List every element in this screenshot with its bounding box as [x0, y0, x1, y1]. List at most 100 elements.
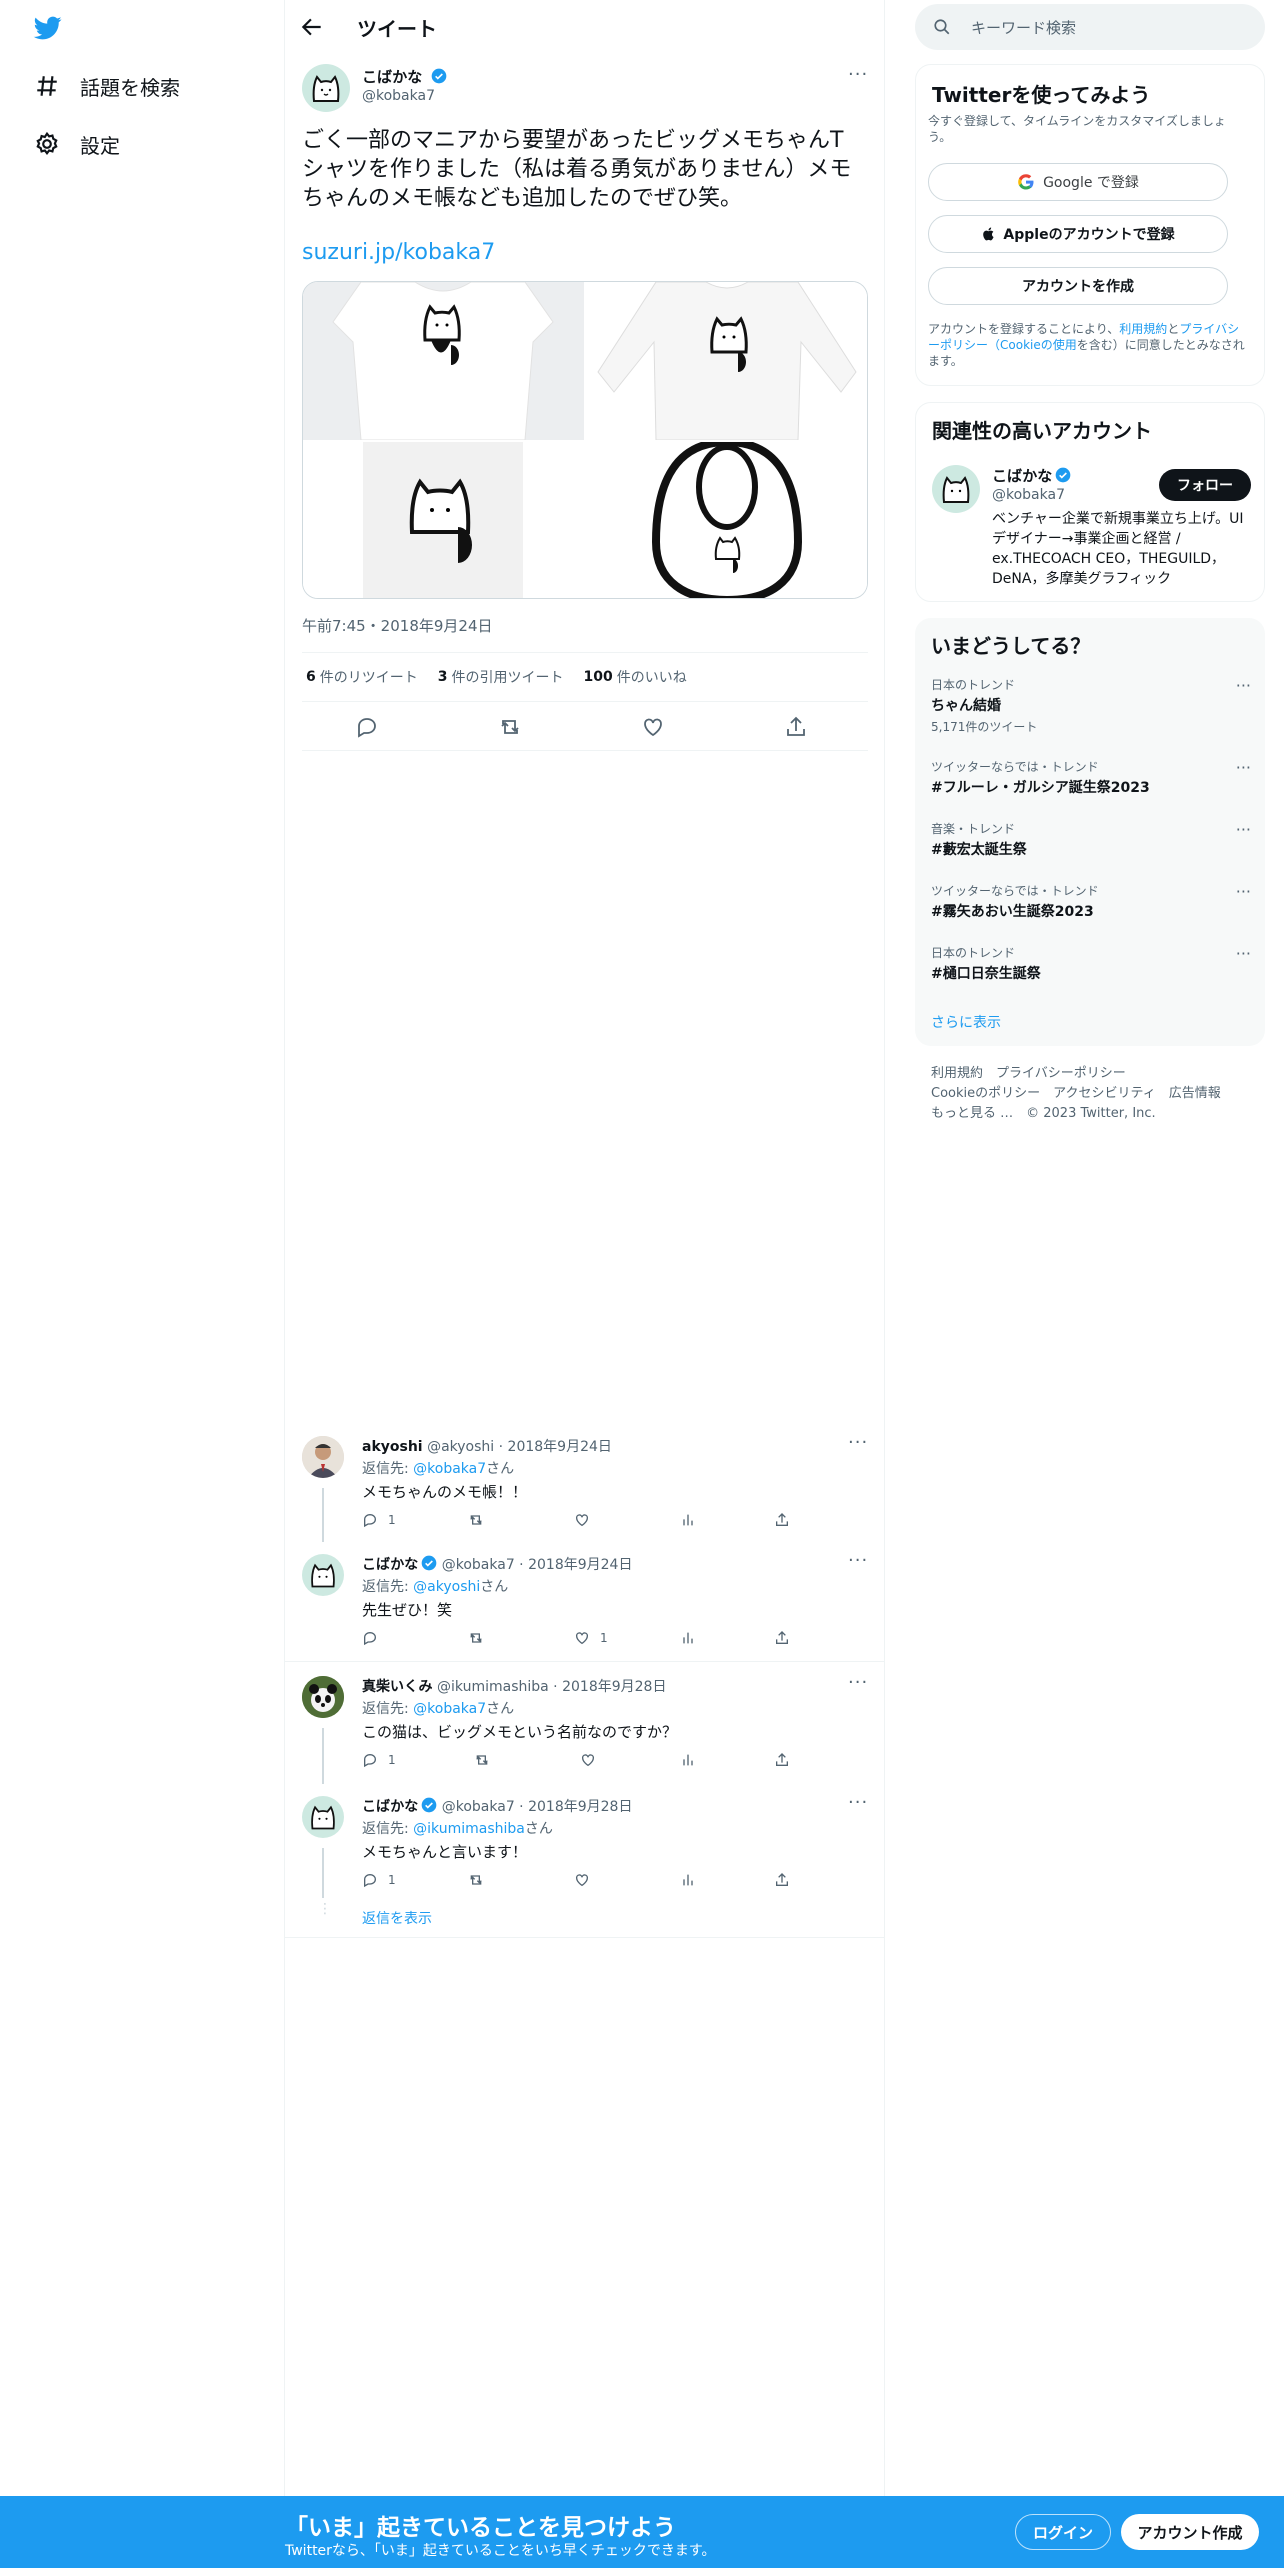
reply-more-icon[interactable]: ··· [848, 1550, 868, 1571]
author-name-row[interactable]: こばかな [362, 66, 447, 87]
reply-reply-action[interactable]: 1 [362, 1512, 396, 1528]
reply-tweet[interactable]: 真柴いくみ @ikumimashiba · 2018年9月28日 ··· 返信先… [285, 1664, 885, 1784]
author-handle[interactable]: @kobaka7 [362, 88, 435, 104]
reply-more-icon[interactable]: ··· [848, 1672, 868, 1693]
footer-line-3[interactable]: もっと見る … © 2023 Twitter, Inc. [931, 1104, 1221, 1124]
footer-line-2[interactable]: Cookieのポリシー アクセシビリティ 広告情報 [931, 1084, 1221, 1104]
trend-item[interactable]: 日本のトレンド #樋口日奈生誕祭 ··· [931, 944, 1251, 983]
footer-line-1[interactable]: 利用規約 プライバシーポリシー [931, 1064, 1221, 1084]
twitter-logo-icon[interactable] [32, 14, 64, 42]
reply-author-handle[interactable]: @kobaka7 [442, 1557, 515, 1573]
reply-to-mention[interactable]: @kobaka7 [413, 1701, 486, 1717]
reply-reply-action[interactable] [362, 1630, 388, 1646]
trend-more-icon[interactable]: ··· [1236, 820, 1251, 839]
reply-like-action[interactable] [574, 1872, 600, 1888]
tweet-more-icon[interactable]: ··· [848, 64, 868, 85]
retweet-icon[interactable] [498, 715, 522, 739]
reply-views-action[interactable] [680, 1512, 706, 1528]
reply-author-name[interactable]: こばかな [362, 1799, 418, 1815]
show-more-trends[interactable]: さらに表示 [931, 1012, 1001, 1032]
trend-more-icon[interactable]: ··· [1236, 676, 1251, 695]
media-sweatshirt[interactable] [586, 282, 867, 440]
trend-more-icon[interactable]: ··· [1236, 944, 1251, 963]
reply-date[interactable]: 2018年9月28日 [562, 1679, 666, 1695]
reply-reply-action[interactable]: 1 [362, 1872, 396, 1888]
media-notepad[interactable] [303, 442, 584, 598]
follow-button[interactable]: フォロー [1159, 469, 1251, 501]
related-handle[interactable]: @kobaka7 [992, 487, 1065, 503]
media-tshirt-front[interactable] [303, 282, 584, 440]
reply-author-name[interactable]: 真柴いくみ [362, 1679, 433, 1695]
reply-more-icon[interactable]: ··· [848, 1792, 868, 1813]
share-icon[interactable] [784, 715, 808, 739]
reply-author-handle[interactable]: @ikumimashiba [437, 1679, 549, 1695]
reply-avatar[interactable] [302, 1796, 344, 1838]
quote-label[interactable]: 件の引用ツイート [452, 667, 564, 687]
reply-avatar[interactable] [302, 1554, 344, 1596]
nav-settings[interactable]: 設定 [34, 124, 120, 164]
show-replies-link[interactable]: 返信を表示 [362, 1908, 432, 1928]
reply-tweet[interactable]: akyoshi @akyoshi · 2018年9月24日 ··· 返信先: @… [285, 1424, 885, 1542]
reply-author-handle[interactable]: @kobaka7 [442, 1799, 515, 1815]
reply-like-action[interactable] [580, 1752, 606, 1768]
retweet-count[interactable]: 6 [306, 669, 316, 685]
reply-tweet[interactable]: こばかな @kobaka7 · 2018年9月24日 ··· 返信先: @aky… [285, 1542, 885, 1662]
reply-date[interactable]: 2018年9月24日 [528, 1557, 632, 1573]
reply-date[interactable]: 2018年9月28日 [528, 1799, 632, 1815]
reply-author-name[interactable]: akyoshi [362, 1439, 423, 1455]
signup-button[interactable]: アカウント作成 [1121, 2514, 1259, 2550]
search-box[interactable]: キーワード検索 [915, 4, 1265, 50]
reply-to-mention[interactable]: @akyoshi [413, 1579, 480, 1595]
tweet-timestamp[interactable]: 午前7:45・2018年9月24日 [302, 615, 493, 636]
terms-link[interactable]: 利用規約 [1119, 322, 1167, 336]
reply-avatar[interactable] [302, 1676, 344, 1718]
reply-retweet-action[interactable] [468, 1512, 494, 1528]
login-button[interactable]: ログイン [1015, 2514, 1111, 2550]
reply-retweet-action[interactable] [474, 1752, 500, 1768]
related-avatar[interactable] [932, 465, 980, 513]
reply-tweet[interactable]: こばかな @kobaka7 · 2018年9月28日 ··· 返信先: @iku… [285, 1784, 885, 1938]
author-avatar[interactable] [302, 64, 350, 112]
reply-share-action[interactable] [774, 1872, 800, 1888]
reply-like-action[interactable]: 1 [574, 1630, 608, 1646]
retweet-label[interactable]: 件のリツイート [320, 667, 418, 687]
reply-share-action[interactable] [774, 1752, 800, 1768]
reply-to-mention[interactable]: @kobaka7 [413, 1461, 486, 1477]
reply-views-action[interactable] [680, 1872, 706, 1888]
quote-count[interactable]: 3 [438, 669, 448, 685]
cookie-link[interactable]: Cookieの使用 [1000, 338, 1077, 352]
reply-icon[interactable] [355, 715, 379, 739]
trend-item[interactable]: ツイッターならでは・トレンド #霧矢あおい生誕祭2023 ··· [931, 882, 1251, 921]
search-input[interactable]: キーワード検索 [971, 17, 1076, 38]
nav-explore[interactable]: 話題を検索 [34, 66, 180, 106]
media-bib[interactable] [586, 442, 867, 598]
reply-avatar[interactable] [302, 1436, 344, 1478]
reply-to-mention[interactable]: @ikumimashiba [413, 1821, 525, 1837]
trend-more-icon[interactable]: ··· [1236, 882, 1251, 901]
back-arrow-icon[interactable] [299, 14, 325, 40]
google-signup-button[interactable]: Google で登録 [928, 163, 1228, 201]
reply-like-action[interactable] [574, 1512, 600, 1528]
trend-item[interactable]: 日本のトレンド ちゃん結婚 5,171件のツイート ··· [931, 676, 1251, 735]
reply-views-action[interactable] [680, 1630, 706, 1646]
reply-views-action[interactable] [680, 1752, 706, 1768]
reply-retweet-action[interactable] [468, 1630, 494, 1646]
trend-more-icon[interactable]: ··· [1236, 758, 1251, 777]
reply-author-name[interactable]: こばかな [362, 1557, 418, 1573]
reply-more-icon[interactable]: ··· [848, 1432, 868, 1453]
reply-retweet-action[interactable] [468, 1872, 494, 1888]
apple-signup-button[interactable]: Appleのアカウントで登録 [928, 215, 1228, 253]
reply-author-handle[interactable]: @akyoshi [427, 1439, 494, 1455]
related-name-row[interactable]: こばかな [992, 465, 1071, 486]
like-count[interactable]: 100 [584, 669, 613, 685]
trend-item[interactable]: 音楽・トレンド #藪宏太誕生祭 ··· [931, 820, 1251, 859]
reply-share-action[interactable] [774, 1512, 800, 1528]
trend-item[interactable]: ツイッターならでは・トレンド #フルーレ・ガルシア誕生祭2023 ··· [931, 758, 1251, 797]
like-icon[interactable] [641, 715, 665, 739]
reply-reply-action[interactable]: 1 [362, 1752, 396, 1768]
tweet-link[interactable]: suzuri.jp/kobaka7 [302, 240, 495, 265]
reply-date[interactable]: 2018年9月24日 [508, 1439, 612, 1455]
like-label[interactable]: 件のいいね [617, 667, 687, 687]
create-account-button[interactable]: アカウントを作成 [928, 267, 1228, 305]
reply-share-action[interactable] [774, 1630, 800, 1646]
